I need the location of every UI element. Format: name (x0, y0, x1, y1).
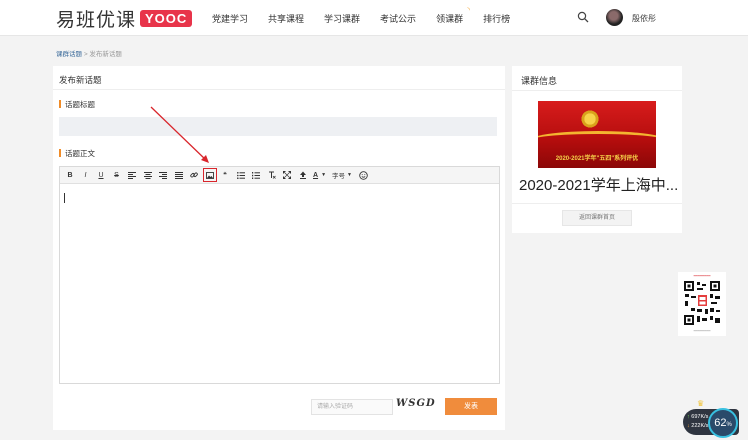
download-arrow-icon: ↓ (687, 423, 690, 429)
download-speed: 222K/s (691, 423, 709, 429)
group-cover-image[interactable]: 2020-2021学年"五四"系列评优 (538, 101, 656, 168)
qr-bottom-strip: ━━━━━━━━ (693, 329, 711, 333)
memory-usage-circle[interactable]: 62% (708, 408, 738, 438)
qr-code-widget[interactable]: ━━━━━━━━ ━━━━━━━━ (678, 272, 726, 336)
upload-speed: 697K/s (691, 414, 709, 420)
league-emblem-icon (580, 109, 600, 129)
crown-icon: ♛ (697, 399, 705, 408)
group-name[interactable]: 2020-2021学年上海中... (519, 174, 678, 195)
group-info-panel: 课群信息 2020-2021学年"五四"系列评优 2020-2021学年上海中.… (512, 66, 682, 233)
back-to-group-button[interactable]: 返回课群首页 (562, 210, 632, 226)
memory-percent-unit: % (726, 422, 732, 428)
flag-wave (538, 131, 656, 151)
memory-percent: 62 (714, 417, 727, 429)
group-info-title: 课群信息 (521, 76, 558, 86)
qr-top-strip: ━━━━━━━━ (693, 274, 711, 278)
speed-readout: ↑ 697K/s ↓ 222K/s (687, 413, 708, 431)
qr-code-icon (683, 280, 721, 326)
group-cover-caption: 2020-2021学年"五四"系列评优 (555, 156, 639, 162)
side-divider (512, 90, 682, 91)
upload-arrow-icon: ↑ (687, 414, 690, 420)
side-divider (512, 203, 682, 204)
